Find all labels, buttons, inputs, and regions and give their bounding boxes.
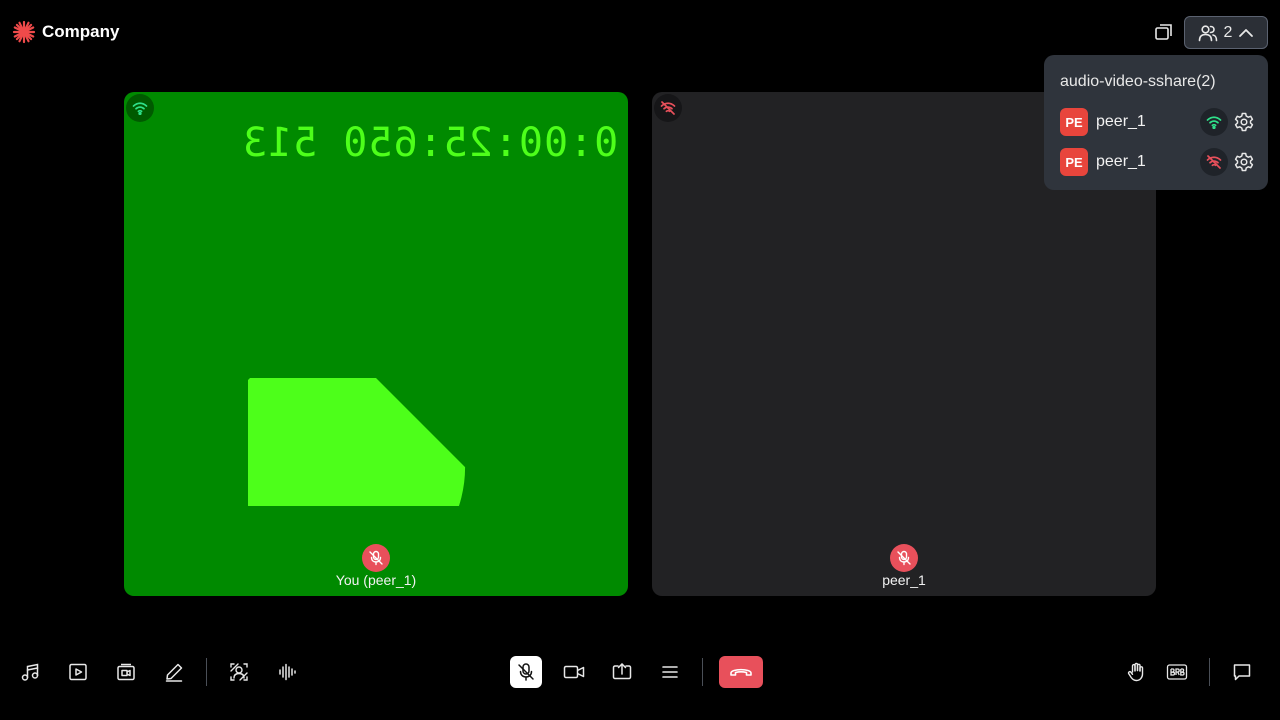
bottom-toolbar (0, 648, 1280, 696)
participant-settings-button[interactable] (1232, 150, 1256, 174)
mic-toggle-button[interactable] (510, 656, 542, 688)
screen-share-icon (612, 663, 632, 680)
room-name: audio-video-sshare(2) (1060, 73, 1216, 90)
network-indicator (1200, 148, 1228, 176)
wifi-off-icon (1206, 155, 1222, 169)
audio-waveform-icon (279, 663, 296, 681)
tile-name-label: peer_1 (882, 572, 926, 588)
video-file-button[interactable] (110, 656, 142, 688)
participants-popup: audio-video-sshare(2) PE peer_1 PE peer_… (1044, 55, 1268, 190)
muted-badge (362, 544, 390, 572)
more-options-button[interactable] (654, 656, 686, 688)
toolbar-divider (206, 658, 207, 686)
participant-name: peer_1 (1096, 153, 1146, 170)
brb-button[interactable] (1161, 656, 1193, 688)
mic-off-icon (897, 550, 911, 566)
video-playlist-button[interactable] (62, 656, 94, 688)
toolbar-divider (702, 658, 703, 686)
pip-icon (1155, 24, 1172, 40)
gear-icon (1234, 152, 1254, 172)
pencil-icon (165, 663, 183, 682)
chevron-up-icon (1239, 28, 1254, 37)
participant-name: peer_1 (1096, 113, 1146, 130)
asterisk-logo-icon (12, 20, 36, 44)
camera-icon (563, 665, 585, 679)
chat-icon (1233, 664, 1251, 681)
mirrored-timer: 0:00:25:650 513 (241, 120, 618, 166)
people-icon (1198, 24, 1217, 41)
network-indicator (126, 94, 154, 122)
video-tile-self[interactable]: 0:00:25:650 513 You (peer_1) (124, 92, 628, 596)
mic-off-icon (518, 663, 534, 681)
brand-name: Company (42, 22, 120, 41)
mic-off-icon (369, 550, 383, 566)
toolbar-divider (1209, 658, 1210, 686)
leave-call-icon (730, 668, 752, 676)
leave-call-button[interactable] (719, 656, 763, 688)
hand-raise-icon (1127, 662, 1144, 682)
virtual-background-icon (230, 663, 248, 681)
menu-icon (662, 666, 678, 678)
gear-icon (1234, 112, 1254, 132)
participant-row[interactable]: PE peer_1 (1060, 108, 1256, 136)
virtual-background-button[interactable] (223, 656, 255, 688)
tile-name-label: You (peer_1) (335, 572, 417, 588)
pie-slice (248, 378, 466, 506)
screen-share-button[interactable] (606, 656, 638, 688)
wifi-off-icon (660, 101, 676, 115)
participant-row[interactable]: PE peer_1 (1060, 148, 1256, 176)
avatar: PE (1060, 108, 1088, 136)
network-indicator (654, 94, 682, 122)
muted-badge (890, 544, 918, 572)
participants-count: 2 (1223, 23, 1233, 41)
company-logo: Company (12, 20, 119, 44)
video-playlist-icon (69, 663, 87, 681)
video-file-icon (117, 663, 135, 681)
pip-button[interactable] (1150, 18, 1178, 46)
avatar: PE (1060, 148, 1088, 176)
camera-toggle-button[interactable] (558, 656, 590, 688)
chat-button[interactable] (1226, 656, 1258, 688)
music-button[interactable] (14, 656, 46, 688)
raise-hand-button[interactable] (1120, 656, 1152, 688)
noise-suppression-button[interactable] (271, 656, 303, 688)
participant-settings-button[interactable] (1232, 110, 1256, 134)
wifi-good-icon (132, 102, 148, 115)
whiteboard-button[interactable] (158, 656, 190, 688)
progress-pie (248, 378, 466, 506)
network-indicator (1200, 108, 1228, 136)
wifi-good-icon (1206, 116, 1222, 129)
brb-icon (1166, 664, 1188, 680)
participants-button[interactable]: 2 (1184, 16, 1268, 49)
music-icon (21, 663, 39, 681)
